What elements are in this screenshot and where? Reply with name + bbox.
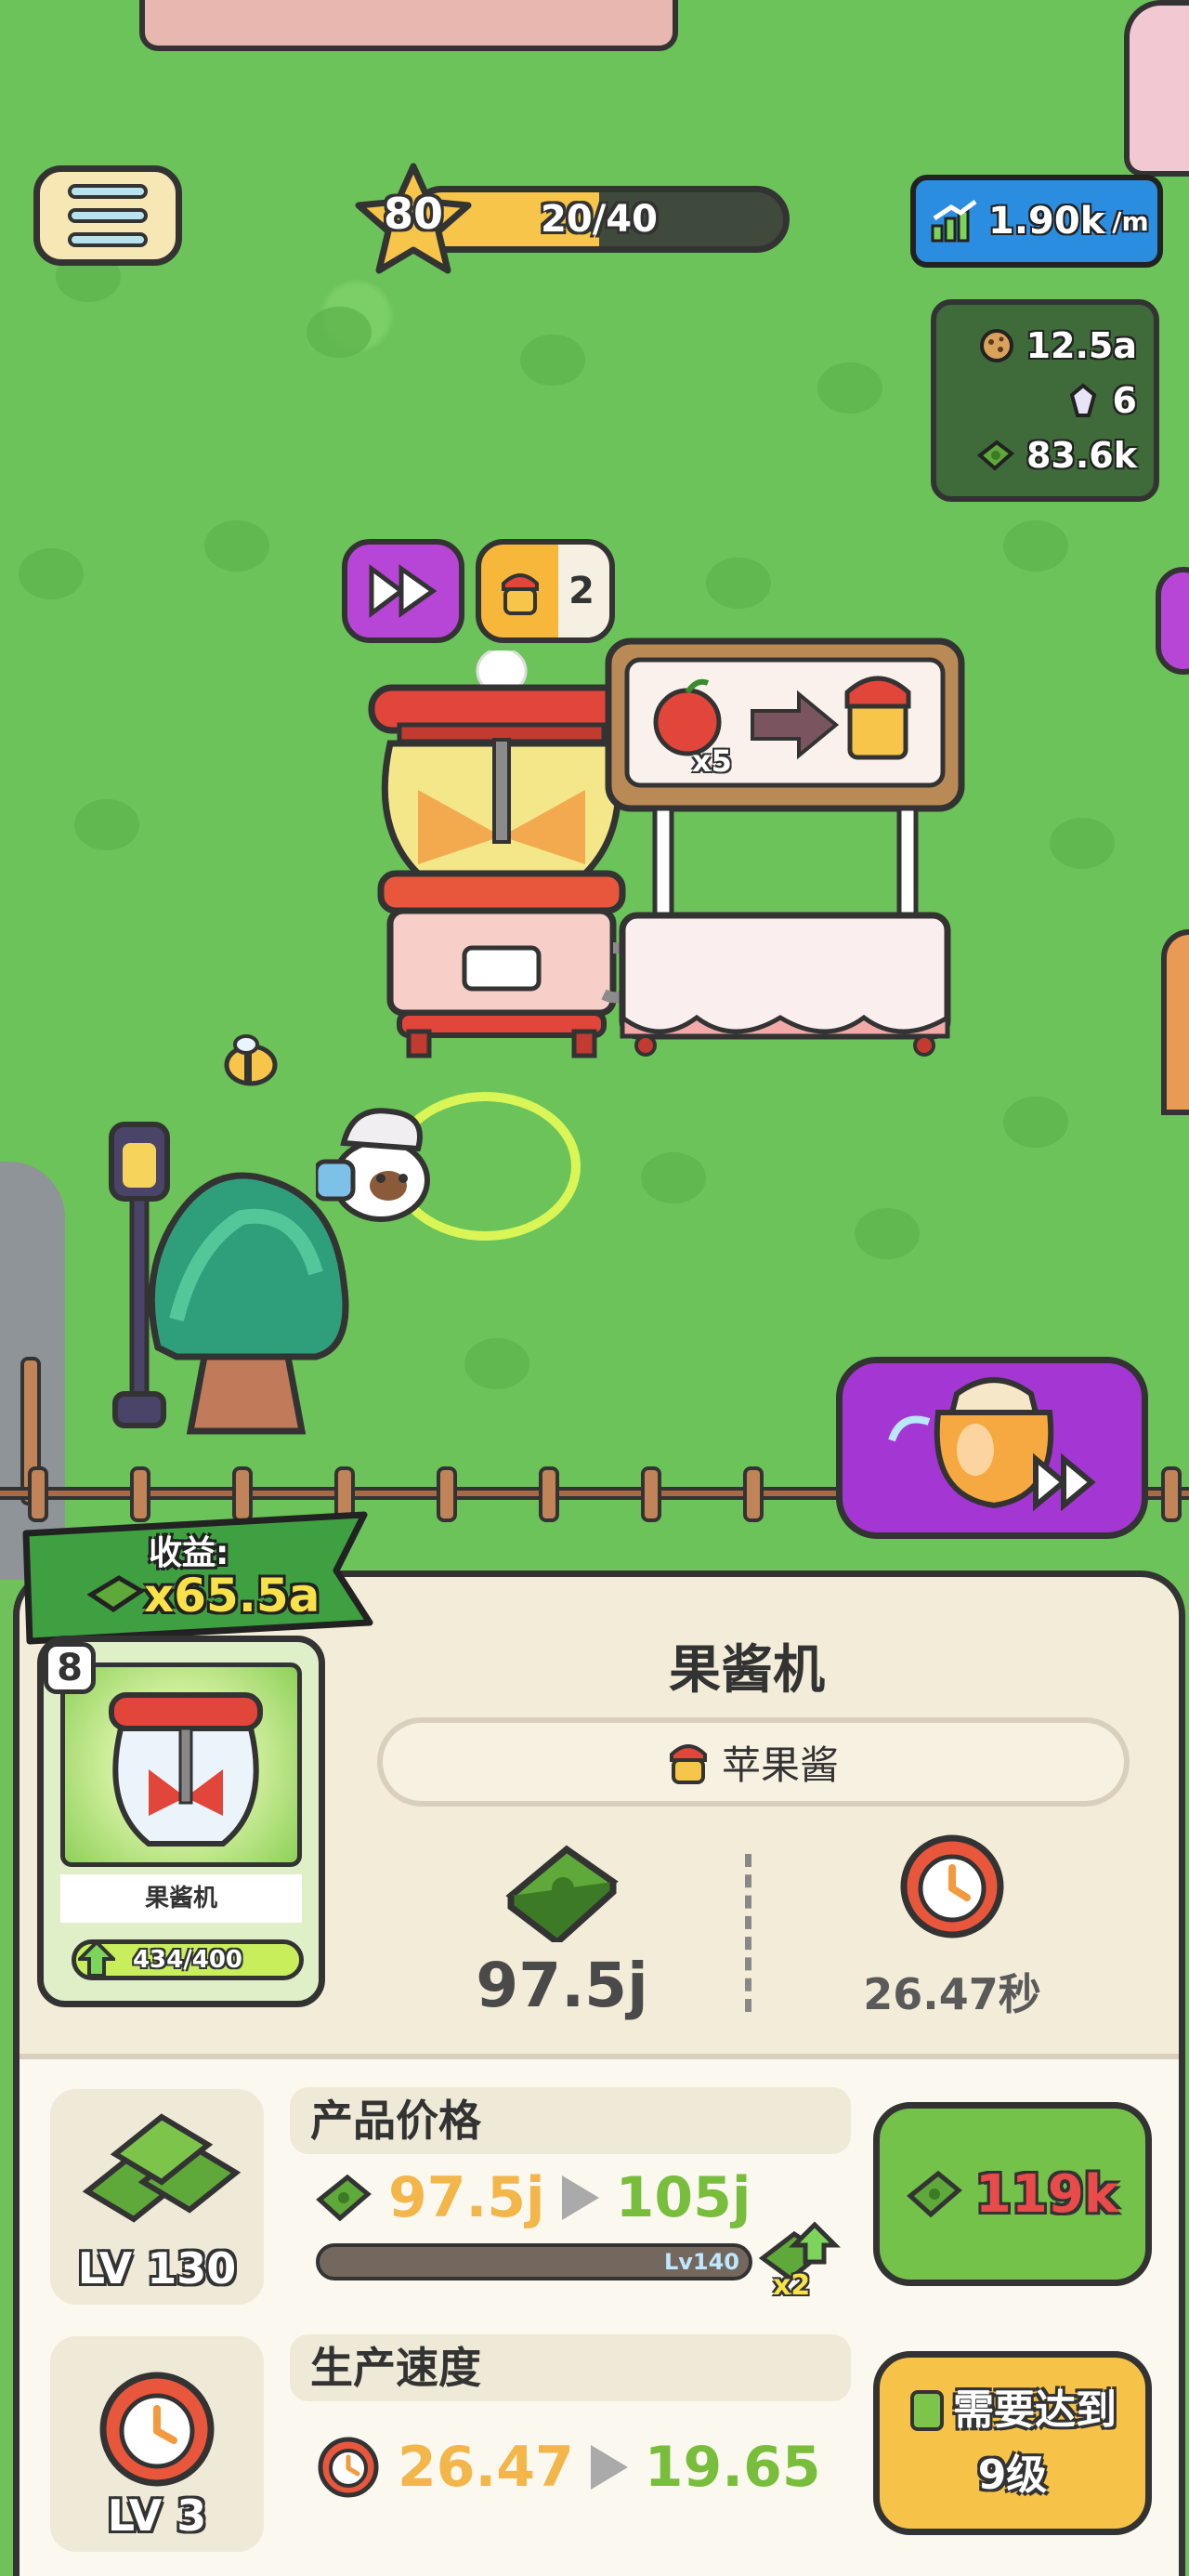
machine-card[interactable]: 8 果酱机 434/400	[37, 1636, 325, 2007]
cookie-icon	[979, 328, 1013, 362]
chef-character[interactable]	[316, 1097, 446, 1236]
jam-jar-icon	[669, 1744, 707, 1784]
cookie-resource: 12.5a	[978, 325, 1137, 366]
cash-stack-icon	[505, 1845, 619, 1942]
bee	[224, 1034, 278, 1086]
product-name: 苹果酱	[721, 1741, 839, 1788]
speed-old-value: 26.47	[398, 2435, 574, 2500]
speed-upgrade-level: LV 3	[107, 2491, 207, 2541]
machine-card-image	[60, 1663, 302, 1867]
milestone-bonus: x2	[773, 2269, 811, 2302]
clock-icon	[318, 2437, 379, 2498]
building-right	[1124, 0, 1189, 177]
clock-icon	[99, 2372, 215, 2487]
grass-clover	[204, 520, 269, 572]
product-pill: 苹果酱	[377, 1717, 1130, 1807]
machine-card-name: 果酱机	[60, 1874, 302, 1923]
grass-clover	[520, 335, 585, 386]
cash-resource: 83.6k	[976, 435, 1137, 476]
arrow-right-icon	[561, 2175, 599, 2220]
profit-stat: 97.5j	[409, 1831, 715, 2044]
jam-count-value: 2	[568, 570, 594, 612]
menu-icon-line	[68, 208, 148, 223]
arrow-right-icon	[590, 2445, 628, 2490]
menu-icon-line	[68, 184, 148, 199]
gem-resource: 6	[1065, 380, 1137, 421]
house-right	[1161, 929, 1189, 1115]
machine-card-progress-text: 434/400	[132, 1946, 243, 1974]
speed-upgrade-title: 生产速度	[290, 2334, 851, 2401]
time-stat: 26.47秒	[799, 1831, 1105, 2044]
earnings-label: 收益:	[149, 1534, 229, 1572]
jam-machine[interactable]	[362, 651, 641, 1059]
jam-jar-icon	[502, 573, 539, 615]
jam-machine-icon	[109, 1692, 263, 1847]
speed-new-value: 19.65	[644, 2435, 821, 2500]
cash-count: 83.6k	[1026, 435, 1137, 477]
price-upgrade-cost: 119k	[974, 2163, 1119, 2225]
price-upgrade-icon-box: LV 130	[50, 2089, 264, 2305]
cash-icon	[316, 2174, 372, 2222]
building-top	[139, 0, 678, 51]
grass-clover	[1050, 818, 1115, 869]
grass-clover	[1003, 1097, 1068, 1148]
milestone-label: Lv140	[663, 2249, 739, 2275]
speed-upgrade-values: 26.47 19.65	[316, 2435, 821, 2500]
grass-clover	[74, 799, 139, 850]
upgrade-arrow-icon	[78, 1940, 115, 1978]
machine-card-level: 8	[44, 1642, 96, 1694]
card-icon	[910, 2390, 944, 2431]
income-rate-badge[interactable]: 1.90k/m	[910, 175, 1163, 268]
income-rate-value: 1.90k	[988, 200, 1105, 243]
speed-upgrade-icon-box: LV 3	[50, 2336, 264, 2552]
grass-clover	[19, 548, 84, 599]
grass-clover	[464, 1338, 529, 1389]
profit-value: 97.5j	[476, 1950, 648, 2021]
machine-boost-button[interactable]	[836, 1357, 1148, 1539]
recipe-multiplier: x5	[692, 743, 732, 779]
grass-clover	[1003, 520, 1068, 572]
recipe-stand[interactable]	[604, 637, 966, 1064]
price-upgrade-values: 97.5j 105j	[316, 2165, 751, 2230]
price-new-value: 105j	[615, 2165, 751, 2230]
requirement-line-2: 9级	[977, 2451, 1048, 2499]
gem-icon	[1069, 383, 1096, 417]
player-level-bar[interactable]: 20/40 80	[353, 163, 799, 274]
clock-icon	[900, 1834, 1004, 1939]
cash-icon	[907, 2170, 962, 2218]
cookie-count: 12.5a	[1026, 324, 1137, 366]
gem-count: 6	[1112, 379, 1137, 421]
fast-forward-button[interactable]	[342, 539, 464, 643]
grass-clover	[817, 362, 882, 414]
player-level: 80	[383, 189, 443, 239]
side-panel-button[interactable]	[1156, 567, 1189, 675]
time-value: 26.47秒	[863, 1969, 1041, 2019]
menu-button[interactable]	[33, 165, 182, 266]
resource-panel: 12.5a 6 83.6k	[931, 299, 1159, 502]
cash-pile-icon	[82, 2113, 242, 2223]
fast-forward-icon	[369, 564, 438, 618]
buy-price-upgrade-button[interactable]: 119k	[873, 2102, 1152, 2286]
cash-icon	[976, 440, 1015, 471]
price-upgrade-title: 产品价格	[290, 2087, 851, 2154]
machine-card-progress: 434/400	[72, 1939, 304, 1980]
growth-chart-icon	[931, 200, 977, 243]
grass-clover	[706, 558, 771, 609]
price-upgrade-level: LV 130	[77, 2243, 237, 2293]
machine-title: 果酱机	[669, 1640, 825, 1701]
price-old-value: 97.5j	[388, 2165, 545, 2230]
jam-jar-boost-icon	[888, 1377, 1096, 1512]
grass-clover	[641, 1152, 706, 1203]
grass-clover	[855, 1208, 920, 1259]
grass-clover	[307, 307, 372, 358]
speed-upgrade-locked-button[interactable]: 需要达到 9级	[873, 2351, 1152, 2535]
milestone-progress-bar: Lv140	[316, 2243, 752, 2280]
income-rate-unit: /m	[1112, 205, 1149, 237]
menu-icon-line	[68, 232, 148, 247]
requirement-line-1: 需要达到	[953, 2386, 1117, 2434]
earnings-multiplier: x65.5a	[144, 1569, 320, 1623]
jam-stock-badge: 2	[476, 539, 615, 643]
stat-divider	[745, 1854, 751, 2012]
